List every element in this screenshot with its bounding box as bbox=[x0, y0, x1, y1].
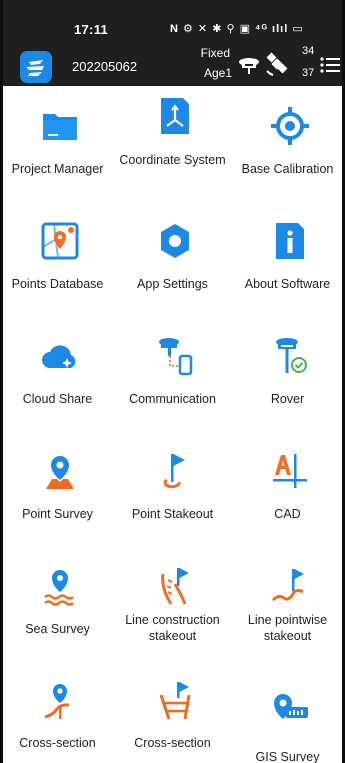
tile-label: Communication bbox=[129, 392, 216, 406]
status-time: 17:11 bbox=[74, 22, 109, 37]
tile-label: Point Stakeout bbox=[131, 507, 214, 521]
project-id: 202205062 bbox=[72, 59, 138, 74]
cross-section-icon bbox=[40, 681, 80, 721]
tile-project-manager[interactable]: Project Manager bbox=[0, 86, 115, 201]
tile-points-database[interactable]: Points Database bbox=[0, 201, 115, 316]
tile-label: Coordinate System bbox=[119, 153, 226, 167]
tile-cad[interactable]: CAD bbox=[230, 431, 345, 546]
tile-label: Cloud Share bbox=[22, 392, 93, 406]
map-pin-icon bbox=[40, 221, 80, 261]
tile-label: Line construction stakeout bbox=[125, 613, 220, 643]
menu-icon[interactable] bbox=[320, 55, 340, 75]
tile-coordinate-system[interactable]: Coordinate System bbox=[115, 86, 230, 201]
satellite-icon[interactable] bbox=[264, 51, 290, 77]
app-logo-icon[interactable] bbox=[20, 51, 52, 83]
cad-icon bbox=[270, 451, 310, 491]
tile-line-pointwise-stakeout[interactable]: Line pointwise stakeout bbox=[230, 546, 345, 661]
tile-base-calibration[interactable]: Base Calibration bbox=[230, 86, 345, 201]
tile-point-stakeout[interactable]: Point Stakeout bbox=[115, 431, 230, 546]
cross-section-stakeout-icon bbox=[155, 681, 195, 721]
tile-label: Point Survey bbox=[22, 507, 93, 521]
tile-cross-section[interactable]: Cross-section bbox=[0, 661, 115, 763]
fix-status: Fixed bbox=[200, 46, 230, 60]
tile-about-software[interactable]: About Software bbox=[230, 201, 345, 316]
age-label: Age1 bbox=[203, 66, 232, 80]
target-icon bbox=[270, 106, 310, 146]
coordinate-icon bbox=[155, 96, 195, 136]
tile-label: Sea Survey bbox=[25, 622, 90, 636]
satellites-tracked: 34 bbox=[302, 45, 315, 57]
tile-gis-survey[interactable]: GIS Survey bbox=[230, 661, 345, 763]
tile-label: Base Calibration bbox=[241, 162, 334, 176]
tile-label: CAD bbox=[274, 507, 301, 521]
communication-icon bbox=[155, 336, 195, 376]
cloud-icon bbox=[40, 336, 80, 376]
tile-label: Cross-section bbox=[134, 736, 211, 750]
tile-label: Cross-section bbox=[19, 736, 96, 750]
line-construction-icon bbox=[155, 566, 195, 606]
tile-label: Points Database bbox=[11, 277, 104, 291]
sea-survey-icon bbox=[40, 566, 80, 606]
tile-communication[interactable]: Communication bbox=[115, 316, 230, 431]
app-frame: 17:11 N ⚙ ✕ ✱ ⚲ ▣ ⁴ᴳ ılıl ▭ 202205062 Fi… bbox=[0, 0, 345, 763]
tile-point-survey[interactable]: Point Survey bbox=[0, 431, 115, 546]
tile-label: Rover bbox=[270, 392, 305, 406]
tile-line-construction-stakeout[interactable]: Line construction stakeout bbox=[115, 546, 230, 661]
satellites-used: 37 bbox=[302, 67, 315, 79]
tile-sea-survey[interactable]: Sea Survey bbox=[0, 546, 115, 661]
tile-label: About Software bbox=[244, 277, 331, 291]
receiver-icon[interactable] bbox=[238, 54, 260, 76]
gear-icon bbox=[155, 221, 195, 261]
tile-rover[interactable]: Rover bbox=[230, 316, 345, 431]
point-survey-icon bbox=[40, 451, 80, 491]
gis-icon bbox=[270, 691, 310, 731]
stakeout-flag-icon bbox=[155, 451, 195, 491]
app-header: 17:11 N ⚙ ✕ ✱ ⚲ ▣ ⁴ᴳ ılıl ▭ 202205062 Fi… bbox=[0, 0, 345, 86]
tile-app-settings[interactable]: App Settings bbox=[115, 201, 230, 316]
tile-cross-section-stakeout[interactable]: Cross-section bbox=[115, 661, 230, 763]
tile-label: GIS Survey bbox=[255, 750, 320, 763]
status-icons: N ⚙ ✕ ✱ ⚲ ▣ ⁴ᴳ ılıl ▭ bbox=[170, 23, 304, 35]
info-icon bbox=[270, 221, 310, 261]
feature-grid: Project Manager Coordinate System Base C… bbox=[0, 86, 345, 763]
rover-icon bbox=[270, 336, 310, 376]
tile-label: App Settings bbox=[137, 277, 208, 291]
tile-label: Project Manager bbox=[11, 162, 104, 176]
tile-cloud-share[interactable]: Cloud Share bbox=[0, 316, 115, 431]
tile-label: Line pointwise stakeout bbox=[247, 613, 328, 643]
folder-icon bbox=[40, 106, 80, 146]
line-pointwise-icon bbox=[270, 566, 310, 606]
